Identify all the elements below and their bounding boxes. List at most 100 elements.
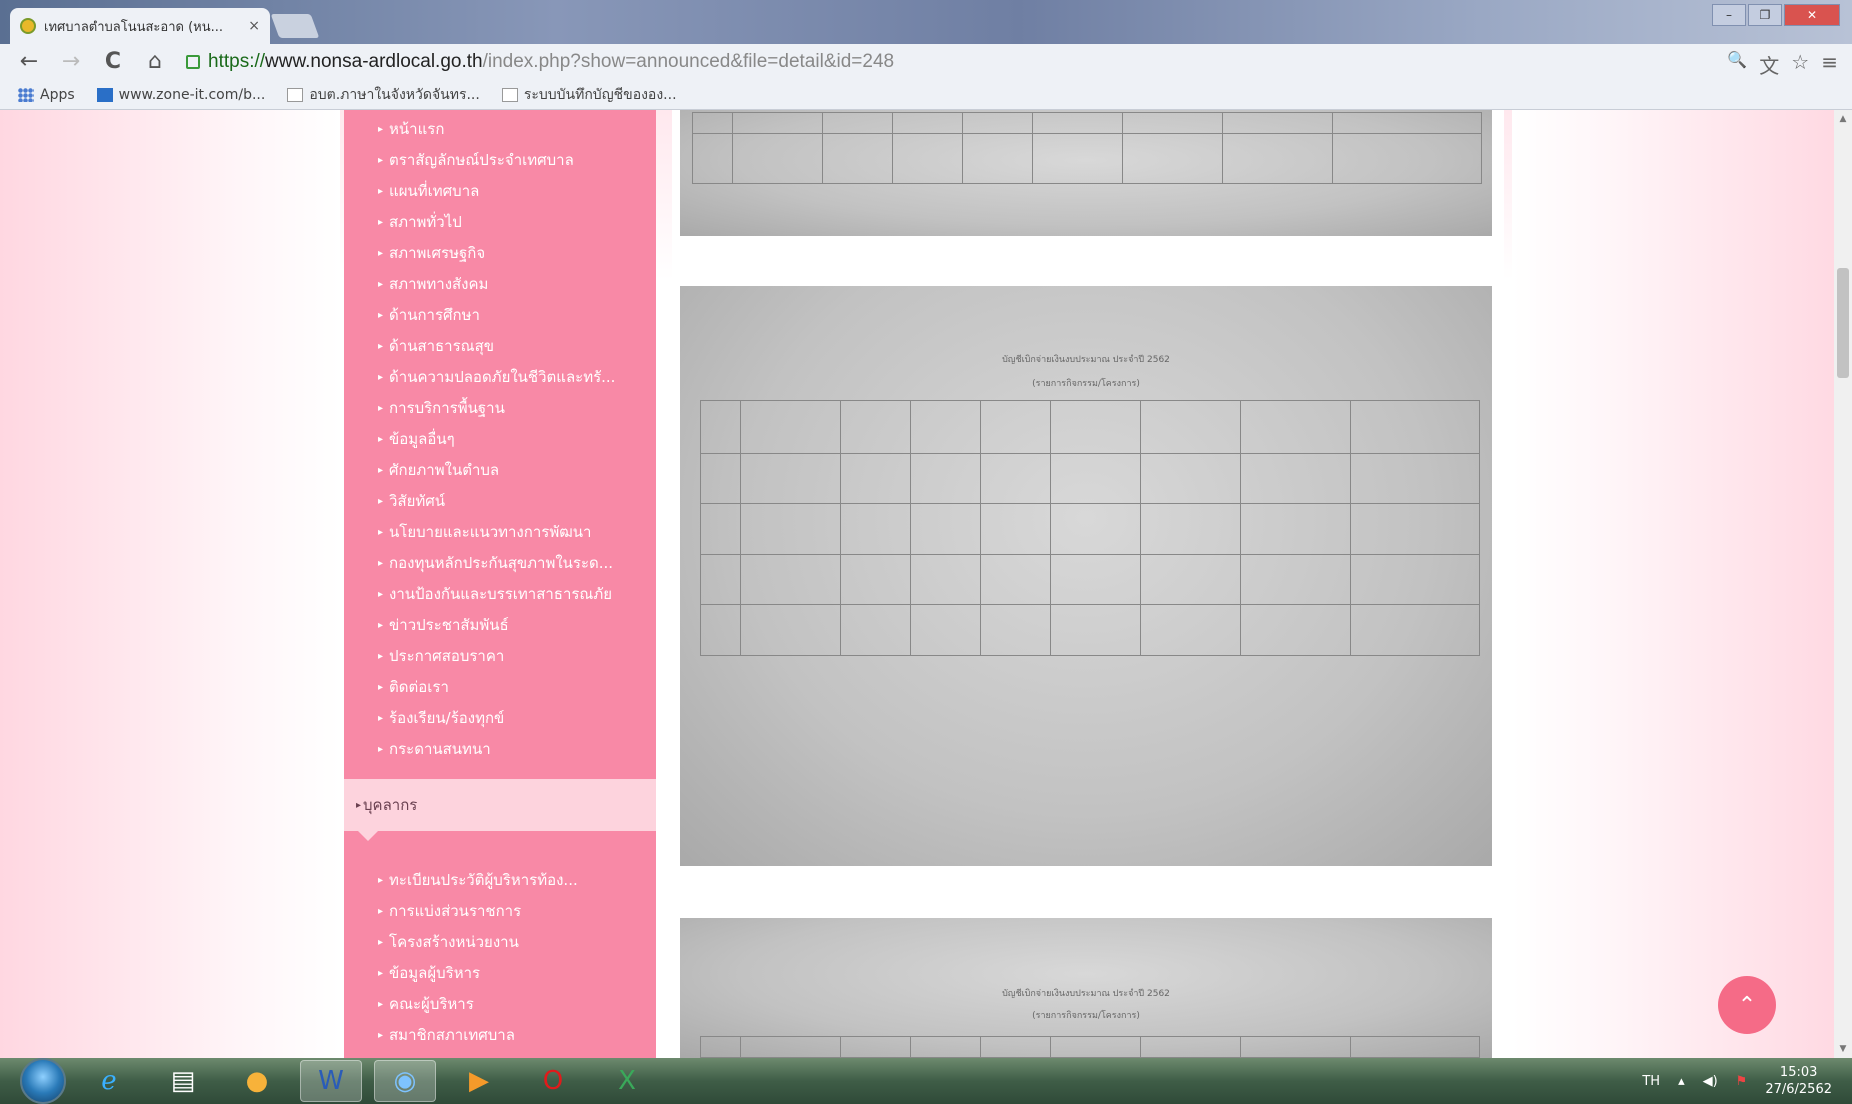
zone-it-icon (96, 87, 113, 102)
scrollbar-thumb[interactable] (1837, 268, 1849, 378)
excel-icon[interactable]: X (596, 1060, 658, 1102)
sidebar-menu-item[interactable]: ▸ นโยบายและแนวทางการพัฒนา (378, 517, 656, 548)
close-window-button[interactable]: ✕ (1784, 4, 1840, 26)
menu-bullet-icon: ▸ (378, 999, 384, 1010)
browser-tab[interactable]: เทศบาลตำบลโนนสะอาด (หน... × (10, 8, 270, 44)
document-image (680, 110, 1492, 236)
sidebar-menu-item[interactable]: ▸ สมาชิกสภาเทศบาล (378, 1020, 656, 1051)
reload-button[interactable]: C (102, 51, 124, 73)
sidebar-menu-item[interactable]: ▸ ตราสัญลักษณ์ประจำเทศบาล (378, 145, 656, 176)
sidebar-menu-item[interactable]: ▸ ด้านสาธารณสุข (378, 331, 656, 362)
menu-item-label: สภาพทั่วไป (389, 213, 462, 231)
sidebar-menu-item[interactable]: ▸ ข้อมูลผู้บริหาร (378, 958, 656, 989)
word-icon[interactable]: W (300, 1060, 362, 1102)
menu-bullet-icon: ▸ (378, 558, 384, 569)
menu-bullet-icon: ▸ (378, 403, 384, 414)
sidebar-menu-item[interactable]: ▸ สภาพเศรษฐกิจ (378, 238, 656, 269)
file-explorer-icon[interactable]: ▤ (152, 1060, 214, 1102)
home-button[interactable]: ⌂ (144, 51, 166, 73)
lock-icon (186, 55, 200, 69)
page-icon (501, 87, 518, 102)
zoom-icon[interactable]: 🔍 (1727, 50, 1747, 79)
start-button[interactable] (20, 1058, 66, 1104)
menu-item-label: การบริการพื้นฐาน (389, 399, 505, 417)
sidebar-menu-item[interactable]: ▸ ประกาศสอบราคา (378, 641, 656, 672)
media-player-icon[interactable]: ▶ (448, 1060, 510, 1102)
menu-item-label: ด้านความปลอดภัยในชีวิตและทรั... (389, 368, 616, 386)
menu-item-label: ทะเบียนประวัติผู้บริหารท้อง... (389, 871, 578, 889)
sidebar-menu-item[interactable]: ▸ สภาพทั่วไป (378, 207, 656, 238)
sidebar-menu-item[interactable]: ▸ ข้อมูลอื่นๆ (378, 424, 656, 455)
sidebar-menu-item[interactable]: ▸ หน้าแรก (378, 114, 656, 145)
back-button[interactable]: ← (18, 51, 40, 73)
menu-item-label: ร้องเรียน/ร้องทุกข์ (389, 709, 505, 727)
menu-bullet-icon: ▸ (378, 906, 384, 917)
tab-close-icon[interactable]: × (248, 18, 260, 34)
page-scrollbar[interactable]: ▲ ▼ (1834, 110, 1852, 1058)
scroll-up-arrow-icon[interactable]: ▲ (1834, 110, 1852, 128)
menu-item-label: วิสัยทัศน์ (389, 492, 446, 510)
menu-item-label: ศักยภาพในตำบล (389, 461, 500, 479)
menu-item-label: กองทุนหลักประกันสุขภาพในระด... (389, 554, 614, 572)
ie-icon[interactable]: e (78, 1060, 140, 1102)
sidebar-menu-item[interactable]: ▸ โครงสร้างหน่วยงาน (378, 927, 656, 958)
section-bullet: ▸ (356, 799, 362, 811)
menu-item-label: ประกาศสอบราคา (389, 647, 505, 665)
sidebar-menu-item[interactable]: ▸ ด้านความปลอดภัยในชีวิตและทรั... (378, 362, 656, 393)
sidebar-menu-item[interactable]: ▸ การแบ่งส่วนราชการ (378, 896, 656, 927)
menu-bullet-icon: ▸ (378, 744, 384, 755)
menu-bullet-icon: ▸ (378, 682, 384, 693)
sidebar-menu-item[interactable]: ▸ สภาพทางสังคม (378, 269, 656, 300)
sidebar-menu-item[interactable]: ▸ ร้องเรียน/ร้องทุกข์ (378, 703, 656, 734)
bookmark-zone-it[interactable]: www.zone-it.com/b... (96, 87, 265, 103)
menu-item-label: ด้านการศึกษา (389, 306, 480, 324)
tray-expand-icon[interactable]: ▴ (1678, 1074, 1685, 1089)
new-tab-button[interactable] (270, 14, 320, 38)
scroll-down-arrow-icon[interactable]: ▼ (1834, 1040, 1852, 1058)
back-to-top-button[interactable]: ⌃ (1718, 976, 1776, 1034)
sidebar-menu-item[interactable]: ▸ วิสัยทัศน์ (378, 486, 656, 517)
language-indicator[interactable]: TH (1642, 1074, 1660, 1089)
sidebar: ▸ หน้าแรก ▸ ตราสัญลักษณ์ประจำเทศบาล ▸ แผนที่เ… (344, 110, 656, 1058)
action-center-flag-icon[interactable]: ⚑ (1736, 1074, 1748, 1089)
paint-icon[interactable]: ● (226, 1060, 288, 1102)
bookmark-item[interactable]: ระบบบันทึกบัญชีขององ... (501, 84, 677, 106)
restore-button[interactable]: ❐ (1748, 4, 1782, 26)
menu-item-label: สมาชิกสภาเทศบาล (389, 1026, 515, 1044)
menu-bullet-icon: ▸ (378, 651, 384, 662)
address-bar[interactable]: https://www.nonsa-ardlocal.go.th/index.p… (186, 48, 1712, 76)
sidebar-menu-item[interactable]: ▸ คณะผู้บริหาร (378, 989, 656, 1020)
url-host: www.nonsa-ardlocal.go.th (265, 51, 483, 72)
sidebar-menu-item[interactable]: ▸ ทะเบียนประวัติผู้บริหารท้อง... (378, 865, 656, 896)
site-favicon-icon (20, 18, 36, 34)
forward-button[interactable]: → (60, 51, 82, 73)
volume-icon[interactable]: ◀) (1703, 1074, 1718, 1089)
sidebar-menu-item[interactable]: ▸ ด้านการศึกษา (378, 300, 656, 331)
bookmark-apps[interactable]: Apps (18, 87, 75, 103)
sidebar-menu-item[interactable]: ▸ ข่าวประชาสัมพันธ์ (378, 610, 656, 641)
opera-icon[interactable]: O (522, 1060, 584, 1102)
tab-title: เทศบาลตำบลโนนสะอาด (หน... (44, 19, 224, 35)
clock-time: 15:03 (1779, 1065, 1818, 1080)
section-header-staff: ▸ บุคลากร (344, 779, 656, 841)
chrome-icon[interactable]: ◉ (374, 1060, 436, 1102)
clock[interactable]: 15:03 27/6/2562 (1765, 1064, 1832, 1098)
url-path: /index.php?show=announced&file=detail&id… (482, 51, 895, 72)
sidebar-menu-item[interactable]: ▸ กองทุนหลักประกันสุขภาพในระด... (378, 548, 656, 579)
sidebar-menu-item[interactable]: ▸ ศักยภาพในตำบล (378, 455, 656, 486)
sidebar-menu-item[interactable]: ▸ งานป้องกันและบรรเทาสาธารณภัย (378, 579, 656, 610)
sidebar-menu-item[interactable]: ▸ ติดต่อเรา (378, 672, 656, 703)
minimize-button[interactable]: – (1712, 4, 1746, 26)
windows-taskbar: e ▤ ● W ◉ ▶ O X TH ▴ ◀) ⚑ 15:03 27/6/256… (0, 1058, 1852, 1104)
chrome-menu-icon[interactable]: ≡ (1821, 50, 1838, 79)
bookmark-star-icon[interactable]: ☆ (1791, 50, 1809, 79)
menu-item-label: ข้อมูลผู้บริหาร (389, 964, 481, 982)
sidebar-menu-item[interactable]: ▸ กระดานสนทนา (378, 734, 656, 765)
menu-item-label: คณะผู้บริหาร (389, 995, 474, 1013)
menu-bullet-icon: ▸ (378, 968, 384, 979)
translate-icon[interactable]: 文 (1759, 50, 1779, 79)
sidebar-menu-item[interactable]: ▸ แผนที่เทศบาล (378, 176, 656, 207)
menu-item-label: ข่าวประชาสัมพันธ์ (389, 616, 509, 634)
bookmark-item[interactable]: อบต.ภาษาในจังหวัดจันทร... (287, 84, 480, 106)
sidebar-menu-item[interactable]: ▸ การบริการพื้นฐาน (378, 393, 656, 424)
